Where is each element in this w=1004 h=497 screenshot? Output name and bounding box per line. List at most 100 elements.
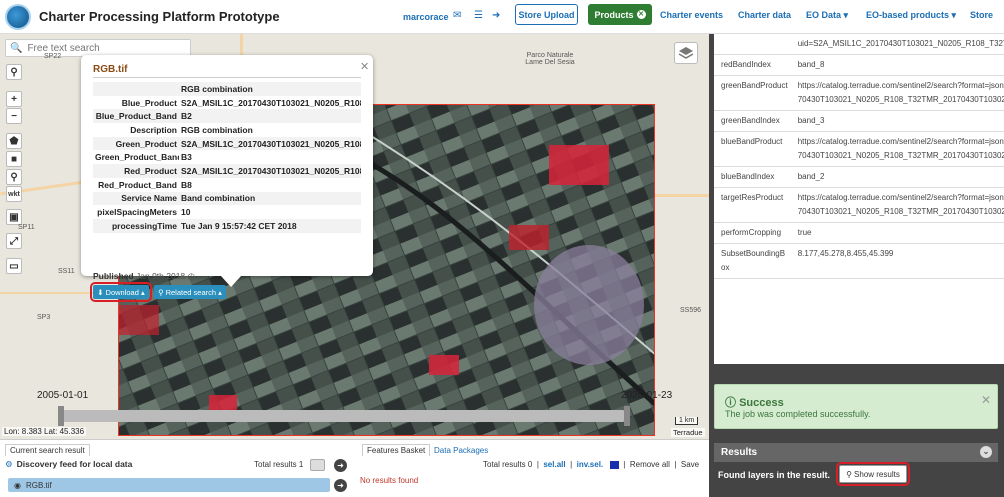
nav-store[interactable]: Store [970,10,993,20]
timeline-slider[interactable] [64,410,624,422]
marker-icon: ⚲ [846,469,853,479]
select-all-link[interactable]: sel.all [543,460,565,469]
nav-charter-events[interactable]: Charter events [660,10,723,20]
clock-icon: ◷ [187,271,195,281]
marker-icon[interactable]: ⚲ [6,169,22,185]
draw-polygon-icon[interactable]: ⬟ [6,133,22,149]
property-key: Red_Product_Band [98,179,177,190]
nav-eo-based-products[interactable]: EO-based products ▾ [866,10,956,21]
results-found-text: Found layers in the result. [718,470,831,480]
property-key: Green_Product [93,136,179,151]
download-button[interactable]: ⬇ Download ▴ [90,282,152,302]
info-icon: ⓘ [725,397,736,409]
camera-icon[interactable]: ▣ [6,209,22,225]
map-view[interactable]: 🔍 ⚲ + − ⬟ ■ ⚲ wkt ▣ ⤢ ▭ SP22 SP11 Parco … [0,34,709,439]
property-value: RGB combination [181,124,253,135]
show-results-button[interactable]: ⚲ Show results [836,462,910,486]
draw-square-icon[interactable]: ■ [6,151,22,167]
param-value: band_2 [792,166,1004,188]
layer-icon: ◉ [14,480,21,490]
nav-charter-data[interactable]: Charter data [738,10,791,20]
results-title: Results [721,447,758,458]
mail-icon[interactable]: ✉ [453,11,463,21]
arrow-right-icon[interactable]: ➜ [334,459,347,472]
published-info: Published Jan 9th 2018 ◷ [93,271,195,282]
param-value: true [792,222,1004,244]
timeline-handle-start[interactable] [58,406,64,426]
search-input[interactable] [27,42,188,54]
fullscreen-icon[interactable]: ⤢ [6,233,22,249]
param-value: band_3 [792,110,1004,132]
search-icon: 🔍 [10,42,23,54]
property-value: 10 [181,207,191,218]
param-value: https://catalog.terradue.com/sentinel2/s… [792,131,1004,167]
layers-icon[interactable] [674,42,698,64]
color-swatch[interactable] [609,460,619,469]
zoom-out-button[interactable]: − [6,108,22,124]
search-icon[interactable]: ⚲ [6,64,22,80]
road [655,194,709,197]
param-value: 8.177,45.278,8.455,45.399 [792,243,1004,279]
book-icon[interactable]: ☰ [474,11,484,21]
remove-all-link[interactable]: Remove all [630,460,670,469]
zoom-in-button[interactable]: + [6,91,22,107]
property-key: processingTime [93,218,179,233]
property-value: S2A_MSIL1C_20170430T103021_N0205_R108_T3… [179,164,361,178]
chevron-down-icon[interactable]: ⌄ [980,446,992,458]
map-attribution: Terradue [671,428,705,437]
param-key: blueBandIndex [714,166,793,188]
basket-total: Total results 0 [483,460,533,469]
timeline-handle-end[interactable] [624,406,630,426]
param-value: band_8 [792,54,1004,76]
nav-eo-data[interactable]: EO Data ▾ [806,10,848,21]
published-date: Jan 9th 2018 [136,271,186,281]
tab-data-packages[interactable]: Data Packages [430,445,493,456]
products-label: Products [594,9,634,20]
map-label: SP3 [37,314,51,321]
show-results-label: Show results [854,469,900,479]
results-header[interactable]: Results ⌄ [714,443,998,462]
close-icon[interactable]: ✕ [360,60,369,73]
products-button[interactable]: Products ✕ [588,4,652,25]
invert-selection-link[interactable]: inv.sel. [577,460,604,469]
param-key: SubsetBoundingBox [714,243,793,279]
property-value: Band combination [179,191,361,206]
close-icon[interactable]: ✕ [981,393,991,407]
property-key: pixelSpacingMeters [97,207,177,218]
search-icon: ⚲ [158,287,164,297]
app-header: Charter Processing Platform Prototype ma… [0,0,1004,34]
property-value: B3 [181,152,192,163]
tab-current-search[interactable]: Current search result [5,444,90,456]
wkt-button[interactable]: wkt [6,186,22,202]
property-key: Description [130,124,177,135]
param-key: targetResProduct [714,187,793,223]
logout-icon[interactable]: ➜ [492,11,502,21]
list-toggle-button[interactable] [310,459,325,471]
feed-total: Total results 1 [254,460,304,469]
param-key: greenBandIndex [714,110,793,132]
map-label: SS11 [58,268,75,275]
success-title: ⓘ Success [725,397,784,409]
param-key: blueBandProduct [714,131,793,167]
save-link[interactable]: Save [681,460,699,469]
property-key: Service Name [93,191,179,206]
related-search-button[interactable]: ⚲ Related search ▴ [154,285,226,299]
property-key: Red_Product [93,164,179,178]
username-link[interactable]: marcorace [403,12,449,22]
tab-features-basket[interactable]: Features Basket [362,444,431,456]
store-upload-button[interactable]: Store Upload [515,4,578,25]
map-label: SS596 [680,307,702,314]
property-value: Tue Jan 9 15:57:42 CET 2018 [179,218,361,233]
eraser-icon[interactable]: ▭ [6,258,22,274]
property-key: Green_Product_Band [95,152,179,163]
param-key: performCropping [714,222,793,244]
coordinate-readout: Lon: 8.383 Lat: 45.336 [2,427,87,436]
property-value: RGB combination [179,82,361,96]
result-item[interactable]: ◉ RGB.tif [8,478,330,492]
arrow-right-icon[interactable]: ➜ [334,479,347,492]
property-key: Blue_Product [121,97,177,108]
property-value: S2A_MSIL1C_20170430T103021_N0205_R108_T3… [179,136,361,151]
param-value: https://catalog.terradue.com/sentinel2/s… [792,75,1004,111]
no-results-text: No results found [360,476,419,485]
basket-toolbar: Total results 0 | sel.all | inv.sel. | R… [483,460,700,469]
